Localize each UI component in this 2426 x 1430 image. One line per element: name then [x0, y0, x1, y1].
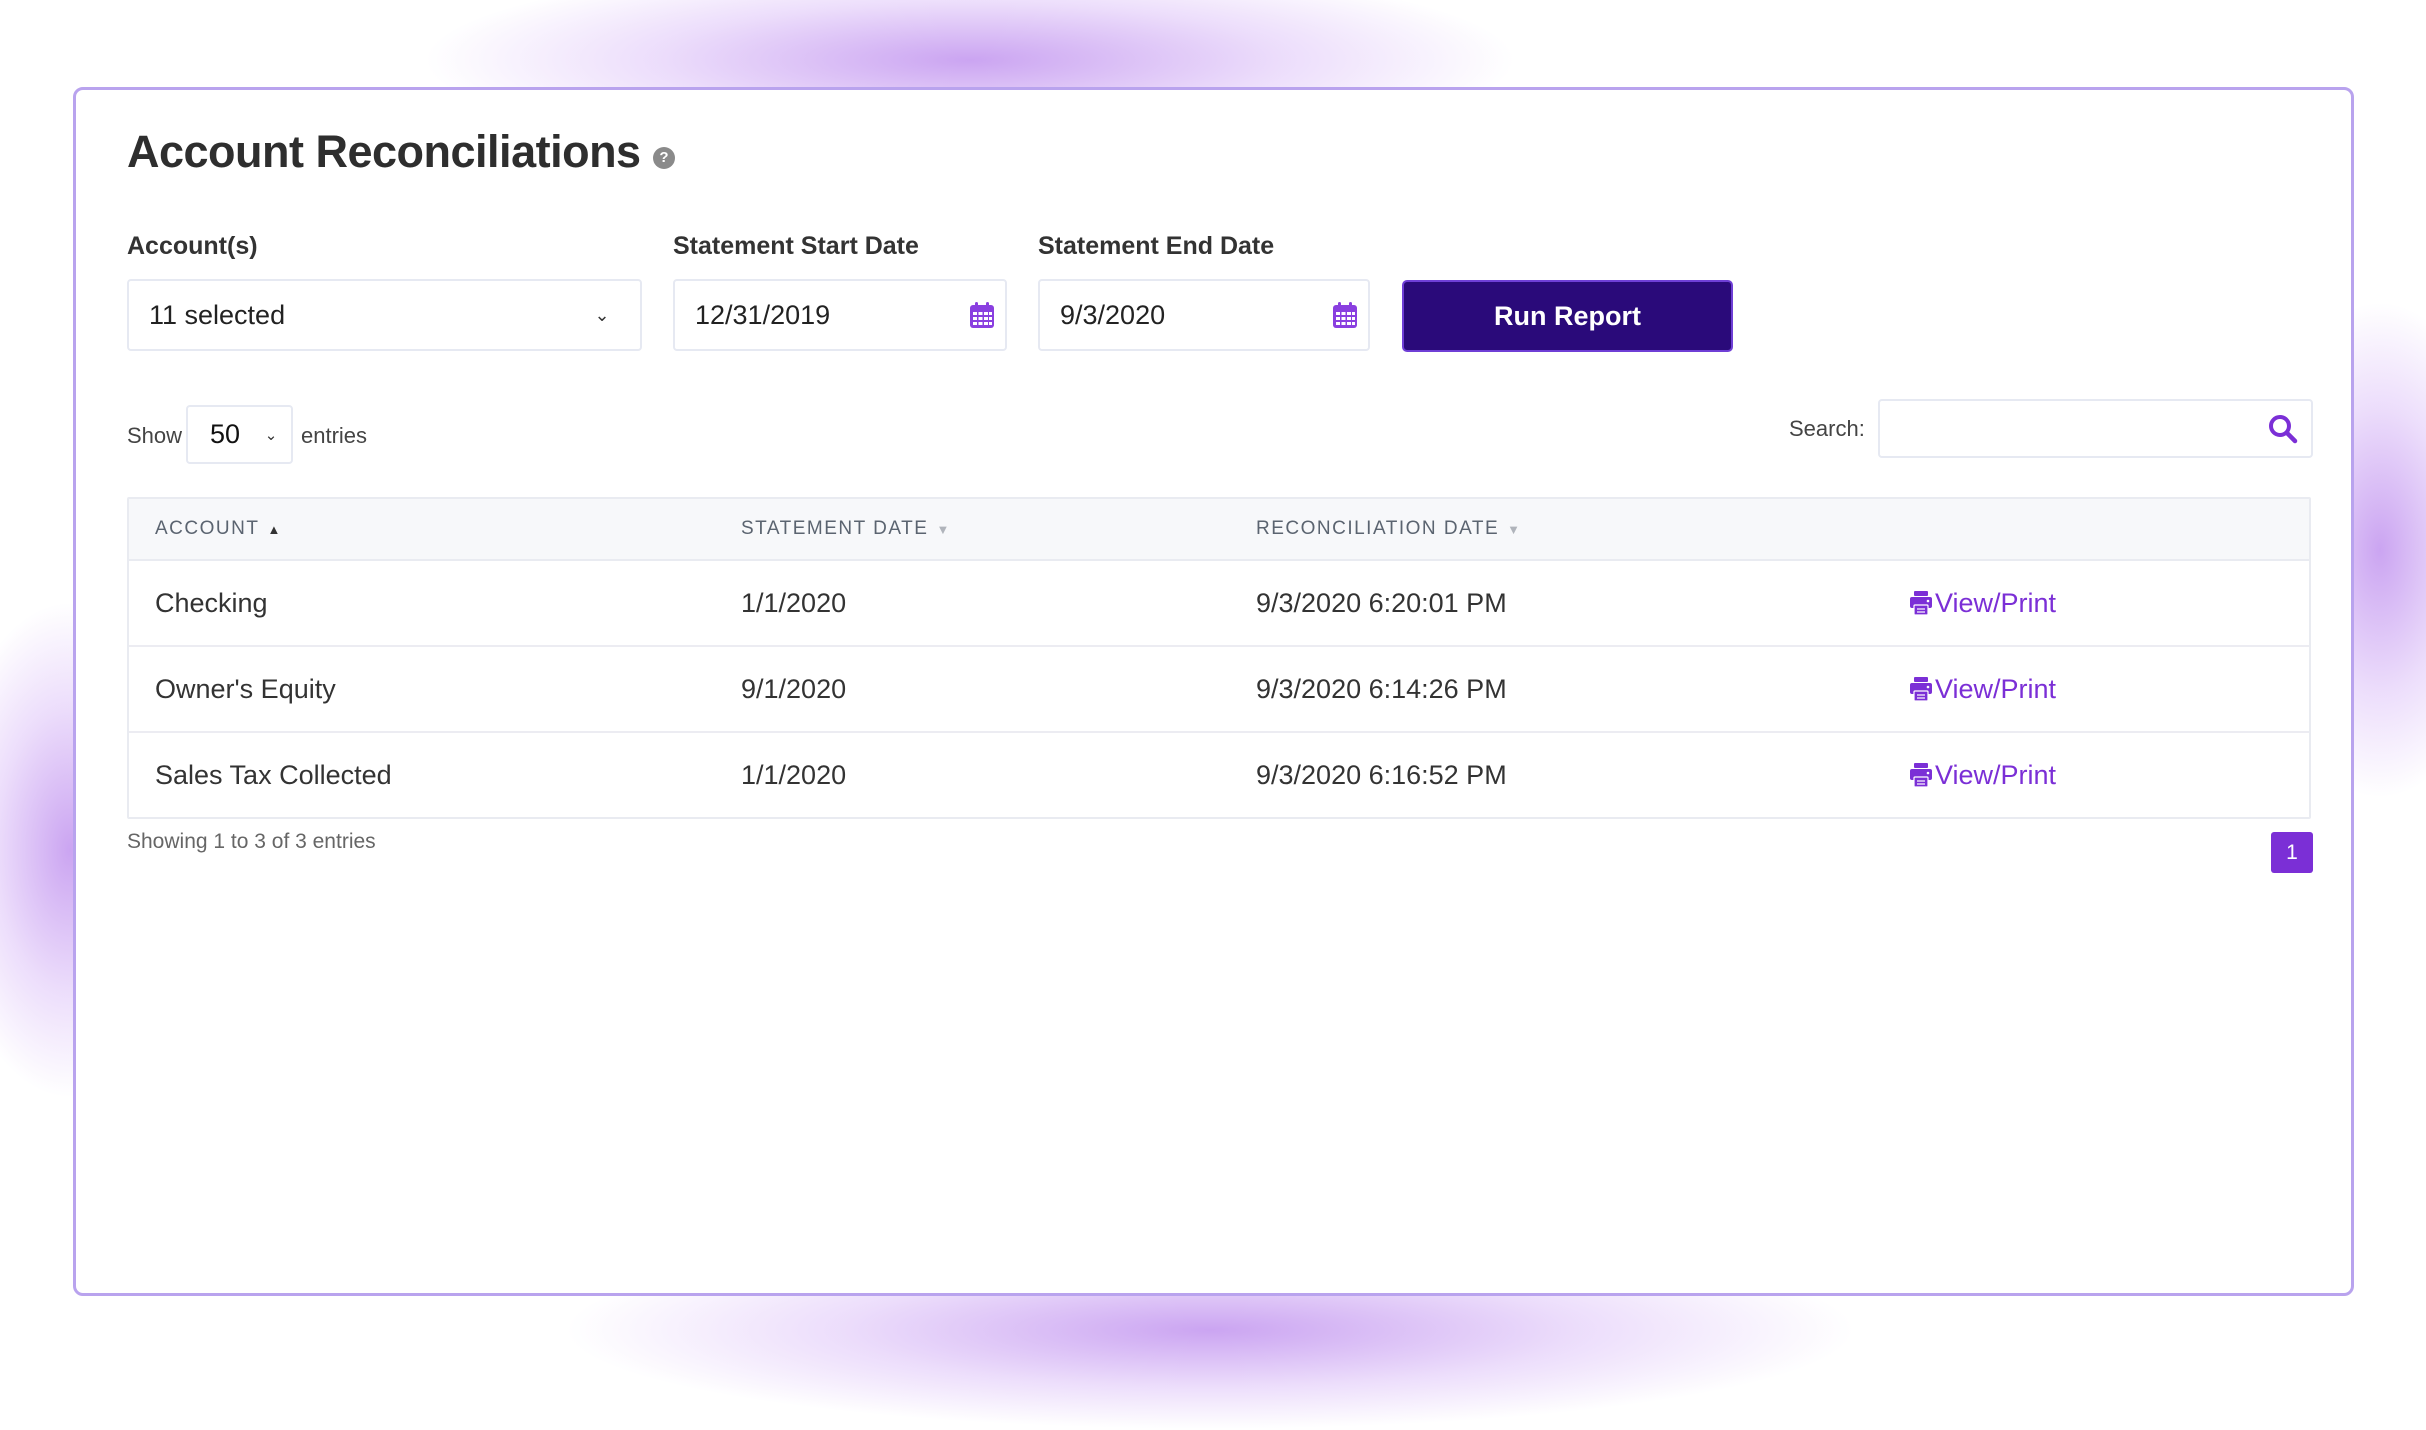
column-header-label: STATEMENT DATE: [741, 518, 929, 539]
view-print-label: View/Print: [1935, 587, 2057, 618]
printer-icon: [1910, 763, 1932, 788]
cell-account: Owner's Equity: [155, 673, 336, 704]
entries-per-page-value: 50: [210, 419, 241, 449]
cell-reconciliation-date: 9/3/2020 6:14:26 PM: [1256, 673, 1507, 704]
start-date-value: 12/31/2019: [695, 299, 831, 330]
calendar-icon[interactable]: [969, 301, 995, 329]
end-date-value: 9/3/2020: [1060, 299, 1166, 330]
show-label: Show: [127, 423, 183, 448]
printer-icon: [1910, 677, 1932, 702]
search-field[interactable]: [1878, 399, 2313, 458]
cell-statement-date: 9/1/2020: [741, 673, 847, 704]
cell-account: Sales Tax Collected: [155, 759, 392, 790]
accounts-selected-value: 11 selected: [149, 299, 286, 330]
chevron-down-icon: ⌄: [594, 304, 610, 325]
column-header-account[interactable]: ACCOUNT ▲: [155, 499, 282, 559]
run-report-button[interactable]: Run Report: [1402, 280, 1733, 352]
calendar-icon[interactable]: [1332, 301, 1358, 329]
table-header: ACCOUNT ▲ STATEMENT DATE ▼ RECONCILIATIO…: [129, 499, 2309, 561]
end-date-input[interactable]: 9/3/2020: [1038, 279, 1370, 351]
table-info: Showing 1 to 3 of 3 entries: [127, 830, 376, 853]
view-print-label: View/Print: [1935, 759, 2057, 790]
pagination-page-1[interactable]: 1: [2271, 832, 2313, 873]
column-header-label: RECONCILIATION DATE: [1256, 518, 1500, 539]
cell-reconciliation-date: 9/3/2020 6:16:52 PM: [1256, 759, 1507, 790]
accounts-label: Account(s): [127, 232, 258, 260]
table-row: Sales Tax Collected 1/1/2020 9/3/2020 6:…: [129, 733, 2309, 817]
cell-statement-date: 1/1/2020: [741, 759, 847, 790]
end-date-label: Statement End Date: [1038, 232, 1275, 260]
accounts-multiselect[interactable]: 11 selected ⌄: [127, 279, 642, 351]
entries-label: entries: [301, 423, 368, 448]
entries-per-page-select[interactable]: 50 ⌄: [186, 405, 293, 464]
reconciliations-table: ACCOUNT ▲ STATEMENT DATE ▼ RECONCILIATIO…: [127, 497, 2311, 819]
table-row: Checking 1/1/2020 9/3/2020 6:20:01 PM Vi…: [129, 561, 2309, 647]
start-date-label: Statement Start Date: [673, 232, 919, 260]
column-header-reconciliation-date[interactable]: RECONCILIATION DATE ▼: [1256, 499, 1522, 559]
chevron-down-icon: ⌄: [264, 426, 278, 444]
search-icon[interactable]: [2267, 413, 2299, 445]
sort-descending-icon: ▼: [1507, 521, 1522, 537]
search-label: Search:: [1789, 416, 1865, 441]
column-header-statement-date[interactable]: STATEMENT DATE ▼: [741, 499, 951, 559]
search-input[interactable]: [1892, 401, 2256, 455]
sort-ascending-icon: ▲: [267, 521, 282, 537]
table-row: Owner's Equity 9/1/2020 9/3/2020 6:14:26…: [129, 647, 2309, 733]
page-title: Account Reconciliations: [127, 126, 641, 177]
view-print-link[interactable]: View/Print: [1909, 588, 2056, 619]
column-header-label: ACCOUNT: [155, 518, 260, 539]
cell-reconciliation-date: 9/3/2020 6:20:01 PM: [1256, 587, 1507, 618]
cell-statement-date: 1/1/2020: [741, 587, 847, 618]
view-print-label: View/Print: [1935, 673, 2057, 704]
cell-account: Checking: [155, 587, 268, 618]
question-circle-icon[interactable]: ?: [653, 147, 675, 169]
view-print-link[interactable]: View/Print: [1909, 674, 2056, 705]
printer-icon: [1910, 591, 1932, 616]
view-print-link[interactable]: View/Print: [1909, 760, 2056, 791]
start-date-input[interactable]: 12/31/2019: [673, 279, 1007, 351]
sort-descending-icon: ▼: [936, 521, 951, 537]
